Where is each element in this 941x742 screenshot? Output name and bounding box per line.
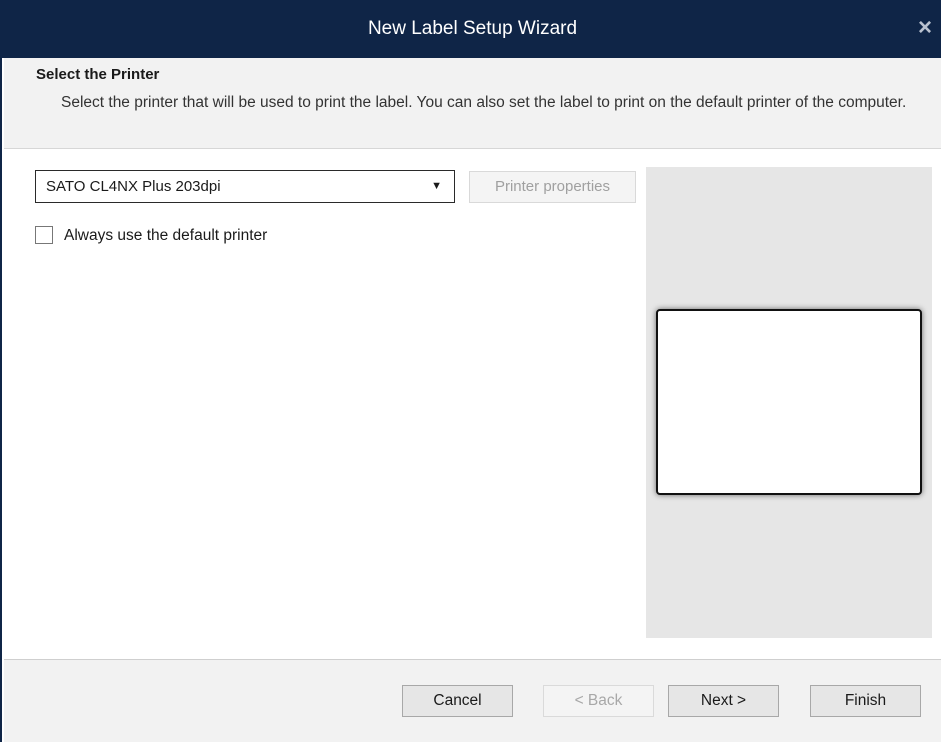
window-title: New Label Setup Wizard xyxy=(367,18,578,39)
step-title: Select the Printer xyxy=(36,66,160,83)
label-preview-panel xyxy=(646,167,932,638)
back-button[interactable]: < Back xyxy=(543,685,654,717)
printer-dropdown-value: SATO CL4NX Plus 203dpi xyxy=(46,178,221,195)
step-description: Select the printer that will be used to … xyxy=(61,94,907,111)
cancel-button[interactable]: Cancel xyxy=(402,685,513,717)
default-printer-checkbox[interactable] xyxy=(35,226,53,244)
next-button[interactable]: Next > xyxy=(668,685,779,717)
printer-properties-button[interactable]: Printer properties xyxy=(469,171,636,203)
close-icon[interactable]: × xyxy=(907,0,941,58)
wizard-step-header: Select the Printer Select the printer th… xyxy=(4,58,941,149)
finish-button[interactable]: Finish xyxy=(810,685,921,717)
wizard-footer: Cancel < Back Next > Finish xyxy=(4,660,941,742)
printer-dropdown[interactable]: SATO CL4NX Plus 203dpi ▼ xyxy=(35,170,455,203)
label-preview xyxy=(656,309,922,495)
default-printer-label: Always use the default printer xyxy=(64,227,268,244)
new-label-setup-wizard-dialog: New Label Setup Wizard × Select the Prin… xyxy=(0,0,941,742)
title-bar: New Label Setup Wizard × xyxy=(2,0,941,58)
dropdown-arrow-icon: ▼ xyxy=(431,180,442,192)
